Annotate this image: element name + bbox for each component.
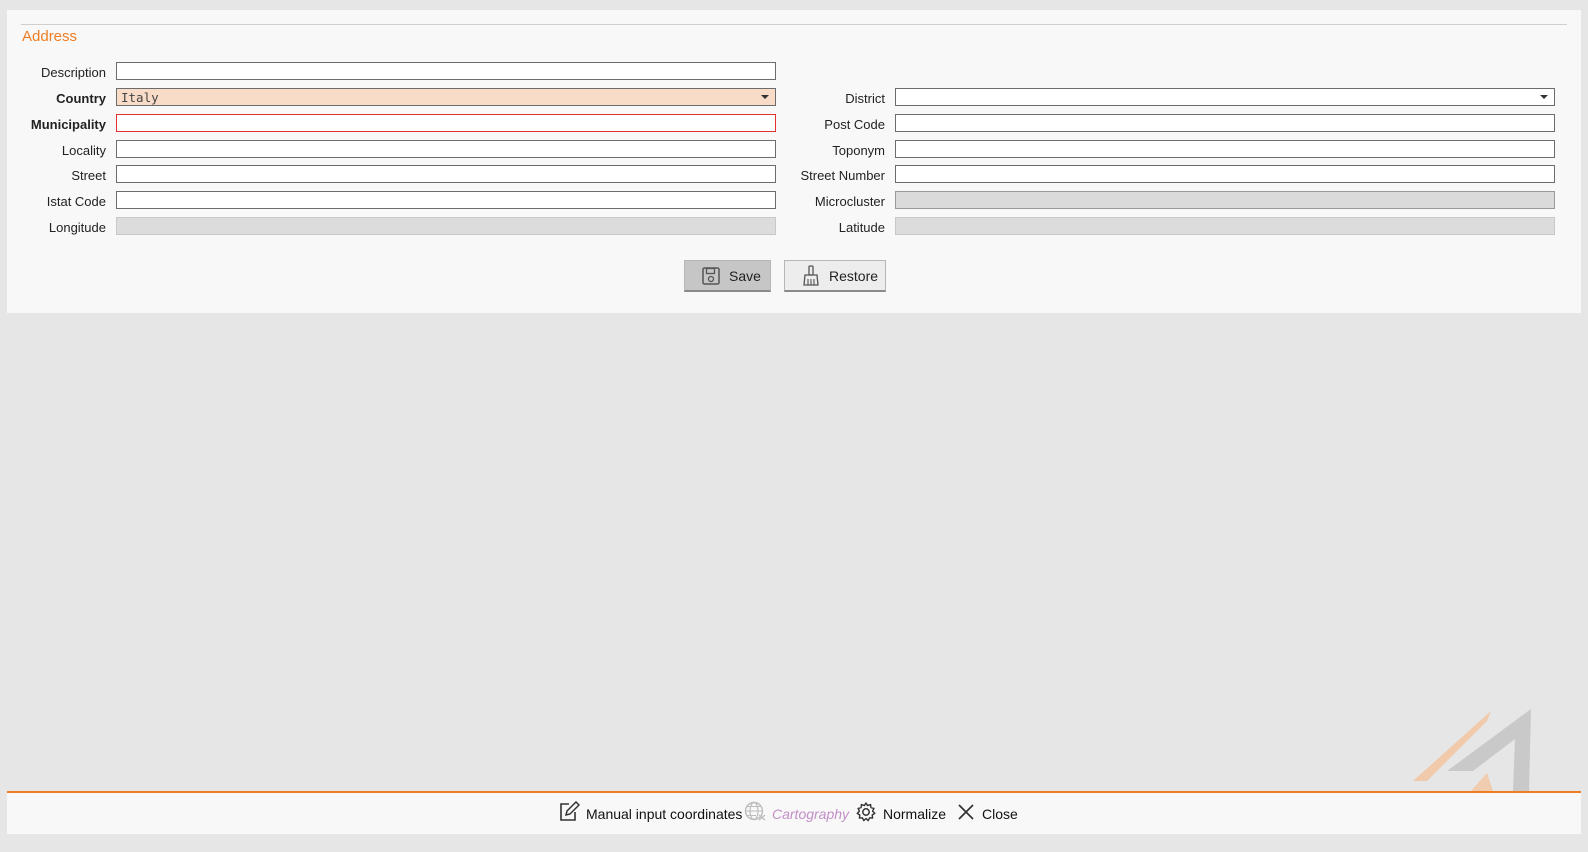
edit-icon	[558, 800, 581, 826]
post-code-input[interactable]	[895, 114, 1555, 132]
latitude-field	[895, 217, 1555, 235]
gear-icon	[855, 801, 877, 826]
locality-input[interactable]	[116, 140, 776, 158]
normalize-label: Normalize	[883, 805, 947, 822]
globe-icon	[744, 801, 766, 826]
latitude-label: Latitude	[838, 220, 885, 235]
country-label: Country	[56, 91, 106, 106]
address-panel: Address Description Country Italy Distri…	[7, 10, 1581, 313]
toponym-label: Toponym	[832, 143, 885, 158]
post-code-label: Post Code	[824, 117, 885, 132]
microcluster-label: Microcluster	[814, 194, 885, 209]
cartography-button[interactable]: Cartography	[744, 793, 849, 834]
country-select[interactable]: Italy	[116, 88, 776, 106]
chevron-down-icon	[1540, 95, 1548, 99]
microcluster-field	[895, 191, 1555, 209]
section-title: Address	[22, 28, 78, 45]
cartography-label: Cartography	[772, 805, 850, 822]
broom-icon	[801, 264, 821, 287]
municipality-label: Municipality	[30, 117, 106, 132]
street-input[interactable]	[116, 165, 776, 183]
district-select[interactable]	[895, 88, 1555, 106]
street-label: Street	[71, 168, 106, 183]
floppy-disk-icon	[701, 266, 721, 286]
save-button[interactable]: Save	[684, 260, 771, 292]
chevron-down-icon	[761, 95, 769, 99]
restore-button-label: Restore	[829, 267, 879, 284]
section-divider	[21, 24, 1567, 25]
istat-code-input[interactable]	[116, 191, 776, 209]
footer-toolbar: Manual input coordinates Cartography Nor…	[7, 793, 1581, 834]
brand-logo-watermark	[1413, 709, 1531, 791]
manual-input-coordinates-label: Manual input coordinates	[586, 805, 743, 822]
street-number-input[interactable]	[895, 165, 1555, 183]
street-number-label: Street Number	[800, 168, 885, 183]
longitude-field	[116, 217, 776, 235]
description-label: Description	[40, 65, 106, 80]
normalize-button[interactable]: Normalize	[855, 793, 946, 834]
locality-label: Locality	[61, 143, 106, 158]
longitude-label: Longitude	[48, 220, 106, 235]
close-label: Close	[982, 805, 1018, 822]
country-value: Italy	[121, 90, 159, 105]
restore-button[interactable]: Restore	[784, 260, 886, 292]
toponym-input[interactable]	[895, 140, 1555, 158]
manual-input-coordinates-button[interactable]: Manual input coordinates	[558, 793, 742, 834]
close-button[interactable]: Close	[956, 793, 1018, 834]
municipality-input[interactable]	[116, 114, 776, 132]
close-icon	[956, 802, 976, 825]
district-label: District	[845, 91, 885, 106]
save-button-label: Save	[729, 267, 761, 284]
description-input[interactable]	[116, 62, 776, 80]
istat-code-label: Istat Code	[46, 194, 106, 209]
